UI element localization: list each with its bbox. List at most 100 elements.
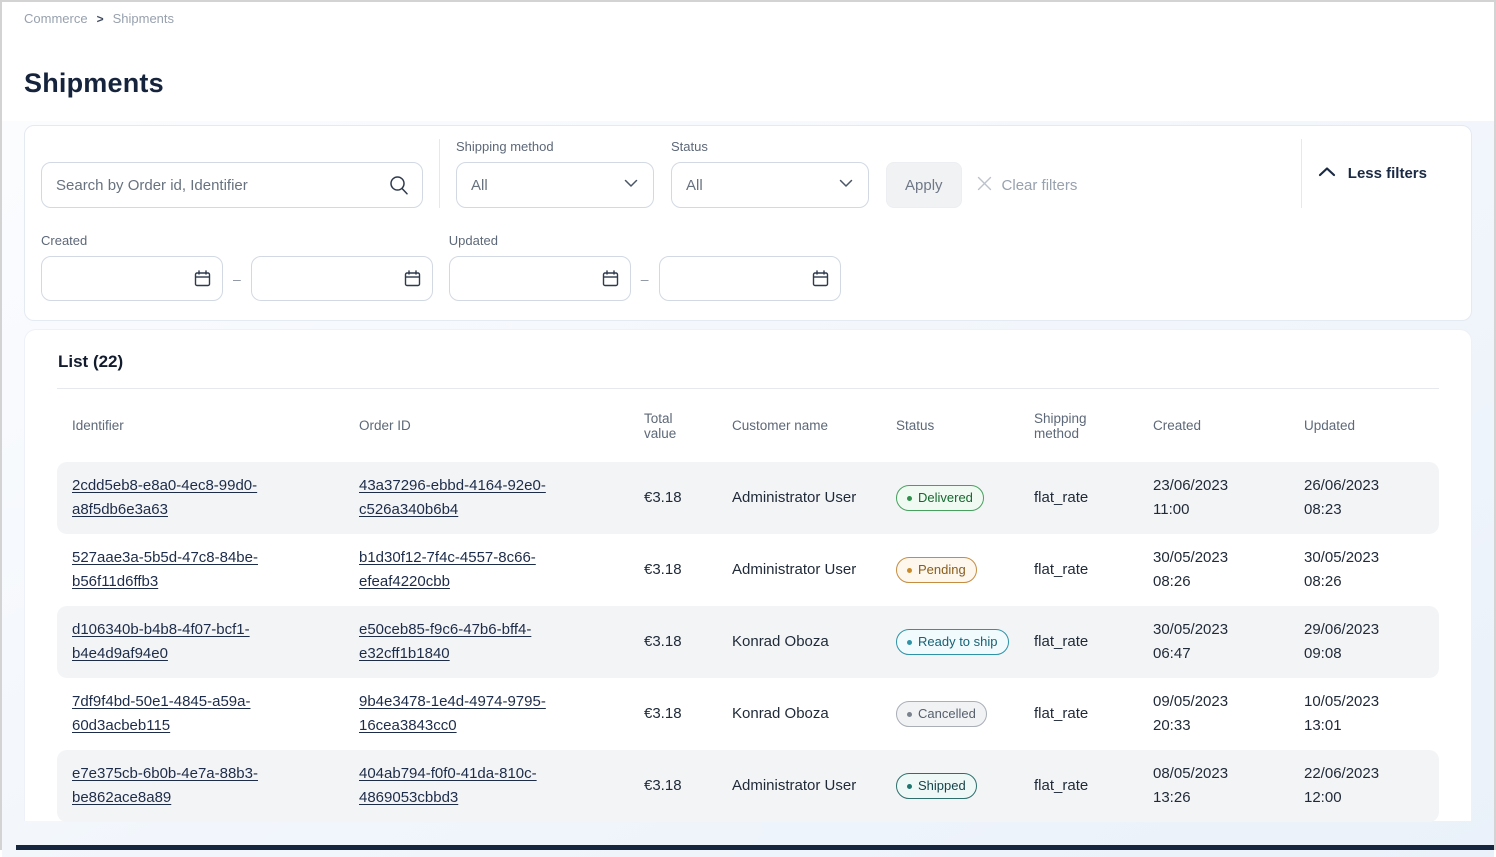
total-value-cell: €3.18 <box>629 486 717 510</box>
col-header-order-id: Order ID <box>344 418 629 433</box>
created-to-wrapper <box>251 256 433 301</box>
filter-divider-1 <box>439 139 440 208</box>
shipping-method-select[interactable]: All <box>456 162 654 208</box>
shipping-method-cell: flat_rate <box>1019 702 1138 726</box>
status-badge: Pending <box>896 557 977 583</box>
created-cell: 09/05/202320:33 <box>1138 690 1289 738</box>
col-header-updated: Updated <box>1289 418 1439 433</box>
shipping-method-label: Shipping method <box>456 139 654 154</box>
bottom-accent-bar <box>16 845 1494 850</box>
order-id-link[interactable]: 9b4e3478-1e4d-4974-9795-16cea3843cc0 <box>359 693 546 734</box>
status-badge: Cancelled <box>896 701 987 727</box>
breadcrumb-commerce[interactable]: Commerce <box>24 11 88 26</box>
col-header-status: Status <box>881 418 1019 433</box>
updated-filter-label: Updated <box>449 233 841 248</box>
calendar-icon[interactable] <box>601 269 620 293</box>
customer-name-cell: Administrator User <box>717 774 881 798</box>
shipments-list-panel: List (22) Identifier Order ID Total valu… <box>24 329 1472 821</box>
breadcrumb-separator: > <box>97 12 104 26</box>
col-header-created: Created <box>1138 418 1289 433</box>
date-range-separator: – <box>641 271 649 287</box>
status-value: All <box>686 177 703 194</box>
content-area: Shipping method All Status All <box>2 121 1494 857</box>
filter-panel: Shipping method All Status All <box>24 125 1472 321</box>
page-title: Shipments <box>2 26 1494 121</box>
status-badge: Shipped <box>896 773 977 799</box>
updated-from-wrapper <box>449 256 631 301</box>
order-id-link[interactable]: 404ab794-f0f0-41da-810c-4869053cbbd3 <box>359 765 537 806</box>
search-wrapper <box>41 162 423 208</box>
identifier-link[interactable]: 7df9f4bd-50e1-4845-a59a-60d3acbeb115 <box>72 693 250 734</box>
order-id-link[interactable]: b1d30f12-7f4c-4557-8c66-efeaf4220cbb <box>359 549 536 590</box>
calendar-icon[interactable] <box>811 269 830 293</box>
shipping-method-cell: flat_rate <box>1019 558 1138 582</box>
col-header-total-value: Total value <box>629 411 717 441</box>
calendar-icon[interactable] <box>403 269 422 293</box>
filter-divider-2 <box>1301 139 1302 208</box>
list-title: List (22) <box>57 352 1439 372</box>
table-row: 527aae3a-5b5d-47c8-84be-b56f11d6ffb3 b1d… <box>57 534 1439 606</box>
chevron-up-icon <box>1318 165 1336 182</box>
identifier-link[interactable]: 527aae3a-5b5d-47c8-84be-b56f11d6ffb3 <box>72 549 258 590</box>
status-dot-icon <box>907 784 912 789</box>
table-row: 7df9f4bd-50e1-4845-a59a-60d3acbeb115 9b4… <box>57 678 1439 750</box>
customer-name-cell: Konrad Oboza <box>717 702 881 726</box>
total-value-cell: €3.18 <box>629 774 717 798</box>
shipping-method-cell: flat_rate <box>1019 630 1138 654</box>
total-value-cell: €3.18 <box>629 630 717 654</box>
total-value-cell: €3.18 <box>629 702 717 726</box>
created-cell: 30/05/202306:47 <box>1138 618 1289 666</box>
created-cell: 08/05/202313:26 <box>1138 762 1289 810</box>
created-cell: 30/05/202308:26 <box>1138 546 1289 594</box>
identifier-link[interactable]: d106340b-b4b8-4f07-bcf1-b4e4d9af94e0 <box>72 621 250 662</box>
updated-cell: 26/06/202308:23 <box>1289 474 1439 522</box>
status-dot-icon <box>907 640 912 645</box>
created-from-wrapper <box>41 256 223 301</box>
status-badge: Delivered <box>896 485 984 511</box>
table-row: d106340b-b4b8-4f07-bcf1-b4e4d9af94e0 e50… <box>57 606 1439 678</box>
order-id-link[interactable]: 43a37296-ebbd-4164-92e0-c526a340b6b4 <box>359 477 546 518</box>
table-row: 2cdd5eb8-e8a0-4ec8-99d0-a8f5db6e3a63 43a… <box>57 462 1439 534</box>
col-header-shipping-method: Shipping method <box>1019 411 1138 441</box>
col-header-customer-name: Customer name <box>717 418 881 433</box>
less-filters-label: Less filters <box>1348 165 1427 182</box>
status-dot-icon <box>907 712 912 717</box>
customer-name-cell: Administrator User <box>717 558 881 582</box>
calendar-icon[interactable] <box>193 269 212 293</box>
close-icon <box>976 175 993 196</box>
chevron-down-icon <box>623 175 639 196</box>
search-input[interactable] <box>41 162 423 208</box>
breadcrumb: Commerce > Shipments <box>24 11 1472 26</box>
search-icon <box>388 174 410 201</box>
status-dot-icon <box>907 568 912 573</box>
table-row: e7e375cb-6b0b-4e7a-88b3-be862ace8a89 404… <box>57 750 1439 822</box>
updated-to-wrapper <box>659 256 841 301</box>
customer-name-cell: Administrator User <box>717 486 881 510</box>
updated-cell: 29/06/202309:08 <box>1289 618 1439 666</box>
col-header-identifier: Identifier <box>57 418 344 433</box>
date-range-separator: – <box>233 271 241 287</box>
updated-cell: 22/06/202312:00 <box>1289 762 1439 810</box>
customer-name-cell: Konrad Oboza <box>717 630 881 654</box>
created-cell: 23/06/202311:00 <box>1138 474 1289 522</box>
shipping-method-cell: flat_rate <box>1019 774 1138 798</box>
status-label: Status <box>671 139 869 154</box>
clear-filters-label: Clear filters <box>1002 177 1078 194</box>
updated-cell: 30/05/202308:26 <box>1289 546 1439 594</box>
shipping-method-value: All <box>471 177 488 194</box>
order-id-link[interactable]: e50ceb85-f9c6-47b6-bff4-e32cff1b1840 <box>359 621 531 662</box>
top-bar: Commerce > Shipments <box>2 2 1494 26</box>
identifier-link[interactable]: 2cdd5eb8-e8a0-4ec8-99d0-a8f5db6e3a63 <box>72 477 257 518</box>
chevron-down-icon <box>838 175 854 196</box>
less-filters-button[interactable]: Less filters <box>1318 165 1455 182</box>
updated-cell: 10/05/202313:01 <box>1289 690 1439 738</box>
status-select[interactable]: All <box>671 162 869 208</box>
created-filter-label: Created <box>41 233 433 248</box>
identifier-link[interactable]: e7e375cb-6b0b-4e7a-88b3-be862ace8a89 <box>72 765 258 806</box>
table-header-row: Identifier Order ID Total value Customer… <box>57 389 1439 462</box>
total-value-cell: €3.18 <box>629 558 717 582</box>
clear-filters-button[interactable]: Clear filters <box>976 162 1078 208</box>
apply-button[interactable]: Apply <box>886 162 962 208</box>
status-badge: Ready to ship <box>896 629 1009 655</box>
breadcrumb-shipments[interactable]: Shipments <box>113 11 174 26</box>
